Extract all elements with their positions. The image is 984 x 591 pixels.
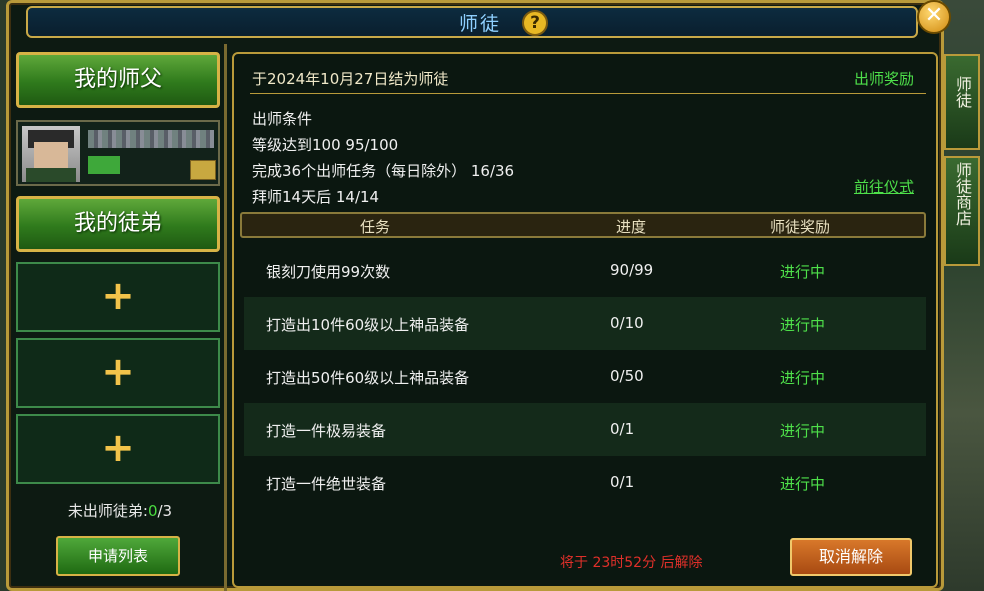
task-table-header: 任务 进度 师徒奖励 (240, 212, 926, 238)
window-title: 师徒 (458, 13, 501, 35)
master-card[interactable] (16, 120, 220, 186)
side-tab-mentor-shop[interactable]: 师徒商店 (944, 156, 980, 266)
master-status-badge (88, 156, 120, 174)
condition-level: 等级达到100 95/100 (252, 136, 399, 154)
master-name-blurred (88, 130, 214, 148)
cancel-dissolve-button[interactable]: 取消解除 (790, 538, 912, 576)
close-icon[interactable]: ✕ (917, 0, 951, 34)
left-panel: 我的师父 我的徒弟 + + + 未出师徒弟:0/3 申请列表 (14, 48, 226, 591)
status-badge: 进行中 (780, 316, 826, 334)
table-row: 打造出50件60级以上神品装备 0/50 进行中 (266, 367, 826, 387)
header-progress: 进度 (616, 218, 647, 236)
apply-list-button[interactable]: 申请列表 (56, 536, 180, 576)
my-master-tab[interactable]: 我的师父 (16, 52, 220, 108)
condition-tasks: 完成36个出师任务（每日除外） 16/36 (252, 162, 515, 180)
header-reward: 师徒奖励 (770, 218, 831, 236)
table-row: 银刻刀使用99次数 90/99 进行中 (266, 261, 826, 281)
mentor-content-panel: 于2024年10月27日结为师徒 出师奖励 出师条件 等级达到100 95/10… (232, 52, 938, 588)
table-row: 打造一件极易装备 0/1 进行中 (244, 403, 926, 456)
chest-icon (190, 160, 216, 180)
my-apprentice-tab[interactable]: 我的徒弟 (16, 196, 220, 252)
status-badge: 进行中 (780, 369, 826, 387)
help-icon[interactable]: ? (522, 10, 548, 36)
side-tab-mentor[interactable]: 师徒 (944, 54, 980, 150)
apprentice-count: 未出师徒弟:0/3 (67, 502, 173, 520)
status-badge: 进行中 (780, 475, 826, 493)
avatar (22, 126, 80, 182)
conditions-heading: 出师条件 (252, 110, 313, 128)
dissolve-timer: 将于 23时52分 后解除 (560, 555, 703, 571)
apprentice-slot-add[interactable]: + (16, 338, 220, 408)
go-ceremony-link[interactable]: 前往仪式 (854, 176, 914, 197)
divider (250, 93, 926, 94)
header-task: 任务 (360, 218, 391, 236)
panel-divider (224, 44, 227, 591)
table-row: 打造出10件60级以上神品装备 0/10 进行中 (244, 297, 926, 350)
status-badge: 进行中 (780, 422, 826, 440)
status-badge: 进行中 (780, 263, 826, 281)
graduation-reward-link[interactable]: 出师奖励 (854, 68, 914, 89)
apprentice-slot-add[interactable]: + (16, 414, 220, 484)
apprentice-slot-add[interactable]: + (16, 262, 220, 332)
bond-date: 于2024年10月27日结为师徒 (252, 70, 449, 88)
condition-days: 拜师14天后 14/14 (252, 188, 380, 206)
table-row: 打造一件绝世装备 0/1 进行中 (266, 473, 826, 493)
